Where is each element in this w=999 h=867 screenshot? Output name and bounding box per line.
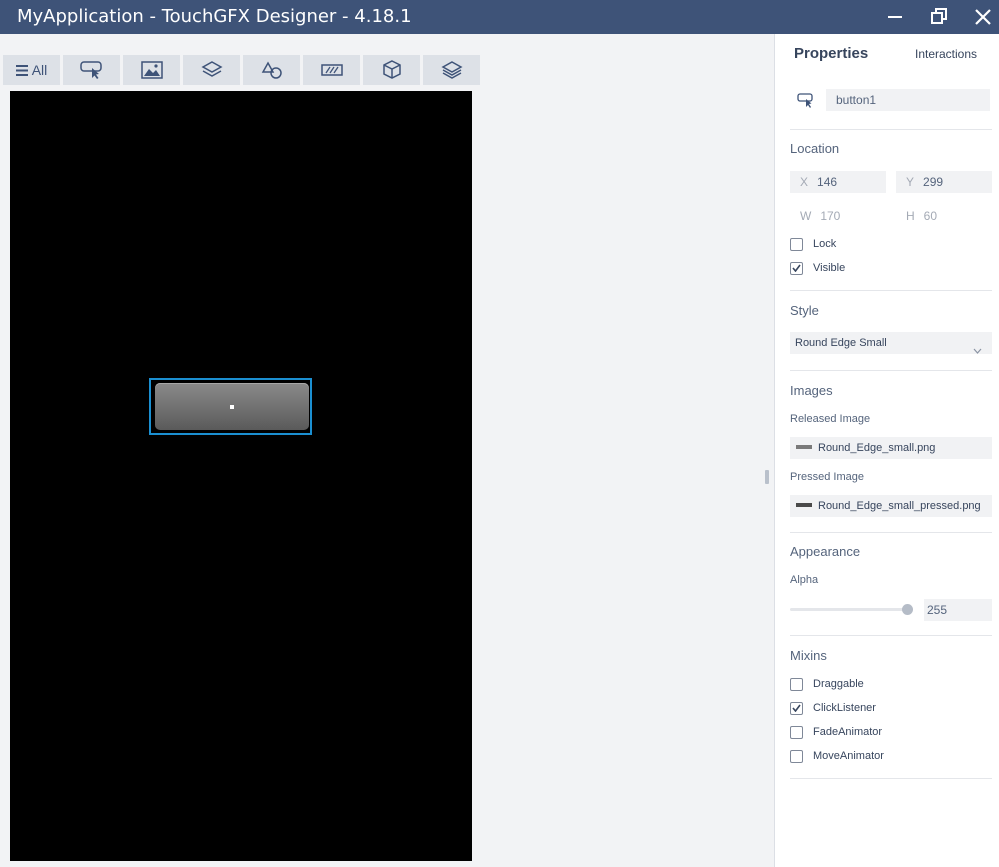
lock-checkbox[interactable] (790, 237, 803, 251)
y-field[interactable]: Y 299 (896, 171, 992, 193)
images-header: Images (790, 383, 833, 398)
menu-icon (15, 64, 28, 76)
visible-checkbox[interactable] (790, 261, 803, 275)
shapes-category-button[interactable] (243, 55, 300, 85)
divider (790, 778, 992, 779)
style-header: Style (790, 303, 819, 318)
moveanimator-checkbox[interactable] (790, 749, 803, 763)
button-icon (79, 60, 104, 80)
layers-icon (440, 61, 463, 79)
alpha-input[interactable]: 255 (924, 599, 992, 621)
draggable-checkbox[interactable] (790, 677, 803, 691)
alpha-slider-track[interactable] (790, 608, 910, 611)
h-field: H 60 (906, 209, 938, 223)
button-widget-icon (797, 93, 815, 114)
containers-category-button[interactable] (183, 55, 240, 85)
released-image-picker[interactable]: Round_Edge_small.png (790, 437, 992, 459)
released-image-label: Released Image (790, 413, 871, 425)
fadeanimator-checkbox[interactable] (790, 725, 803, 739)
divider (790, 370, 992, 371)
x-label: X (800, 175, 809, 189)
restore-icon[interactable] (928, 6, 950, 28)
alpha-slider-thumb[interactable] (902, 604, 913, 615)
widget-name-input[interactable]: button1 (826, 89, 990, 111)
pressed-image-picker[interactable]: Round_Edge_small_pressed.png (790, 495, 992, 517)
draggable-label: Draggable (813, 678, 864, 690)
image-thumbnail (796, 503, 812, 508)
w-label: W (800, 209, 812, 223)
appearance-header: Appearance (790, 544, 861, 559)
button1-widget[interactable] (155, 383, 309, 430)
pressed-image-label: Pressed Image (790, 471, 864, 483)
3d-box-icon (382, 60, 402, 80)
tab-interactions[interactable]: Interactions (915, 47, 977, 61)
all-label: All (31, 62, 48, 78)
visible-label: Visible (813, 262, 846, 274)
visible-row[interactable]: Visible (790, 261, 845, 275)
clicklistener-label: ClickListener (813, 702, 876, 714)
image-icon (140, 61, 163, 79)
mixin-draggable-row[interactable]: Draggable (790, 677, 864, 691)
progress-icon (320, 64, 343, 76)
buttons-category-button[interactable] (63, 55, 120, 85)
divider (790, 290, 992, 291)
image-thumbnail (796, 445, 812, 450)
lock-label: Lock (813, 238, 837, 250)
container-icon (200, 61, 223, 79)
style-select[interactable]: Round Edge Small (790, 332, 992, 354)
divider (790, 635, 992, 636)
h-label: H (906, 209, 915, 223)
window-title: MyApplication - TouchGFX Designer - 4.18… (17, 6, 412, 27)
progress-category-button[interactable] (303, 55, 360, 85)
mixin-moveanimator-row[interactable]: MoveAnimator (790, 749, 884, 763)
mixin-clicklistener-row[interactable]: ClickListener (790, 701, 876, 715)
x-field[interactable]: X 146 (790, 171, 886, 193)
properties-panel: Properties Interactions button1 Location… (774, 34, 999, 867)
checkmark-icon (792, 704, 801, 712)
divider (790, 532, 992, 533)
widget-center-handle[interactable] (230, 405, 234, 409)
mixins-header: Mixins (790, 648, 827, 663)
mixin-fadeanimator-row[interactable]: FadeAnimator (790, 725, 882, 739)
panel-splitter-handle[interactable] (765, 470, 769, 484)
chevron-down-icon (973, 340, 982, 362)
moveanimator-label: MoveAnimator (813, 750, 884, 762)
alpha-label: Alpha (790, 574, 819, 586)
all-widgets-button[interactable]: All (3, 55, 60, 85)
layers-category-button[interactable] (423, 55, 480, 85)
workspace: All (0, 34, 774, 867)
lock-row[interactable]: Lock (790, 237, 836, 251)
title-bar: MyApplication - TouchGFX Designer - 4.18… (0, 0, 999, 34)
fadeanimator-label: FadeAnimator (813, 726, 883, 738)
design-screen[interactable] (10, 91, 472, 861)
w-field: W 170 (800, 209, 841, 223)
minimize-icon[interactable] (884, 6, 906, 28)
checkmark-icon (792, 264, 801, 272)
close-icon[interactable] (972, 6, 994, 28)
images-category-button[interactable] (123, 55, 180, 85)
location-header: Location (790, 141, 840, 156)
tab-properties[interactable]: Properties (794, 45, 868, 62)
selected-button-widget[interactable] (149, 378, 312, 435)
shapes-icon (261, 61, 283, 79)
3d-category-button[interactable] (363, 55, 420, 85)
divider (790, 129, 992, 130)
clicklistener-checkbox[interactable] (790, 701, 803, 715)
y-label: Y (906, 175, 915, 189)
